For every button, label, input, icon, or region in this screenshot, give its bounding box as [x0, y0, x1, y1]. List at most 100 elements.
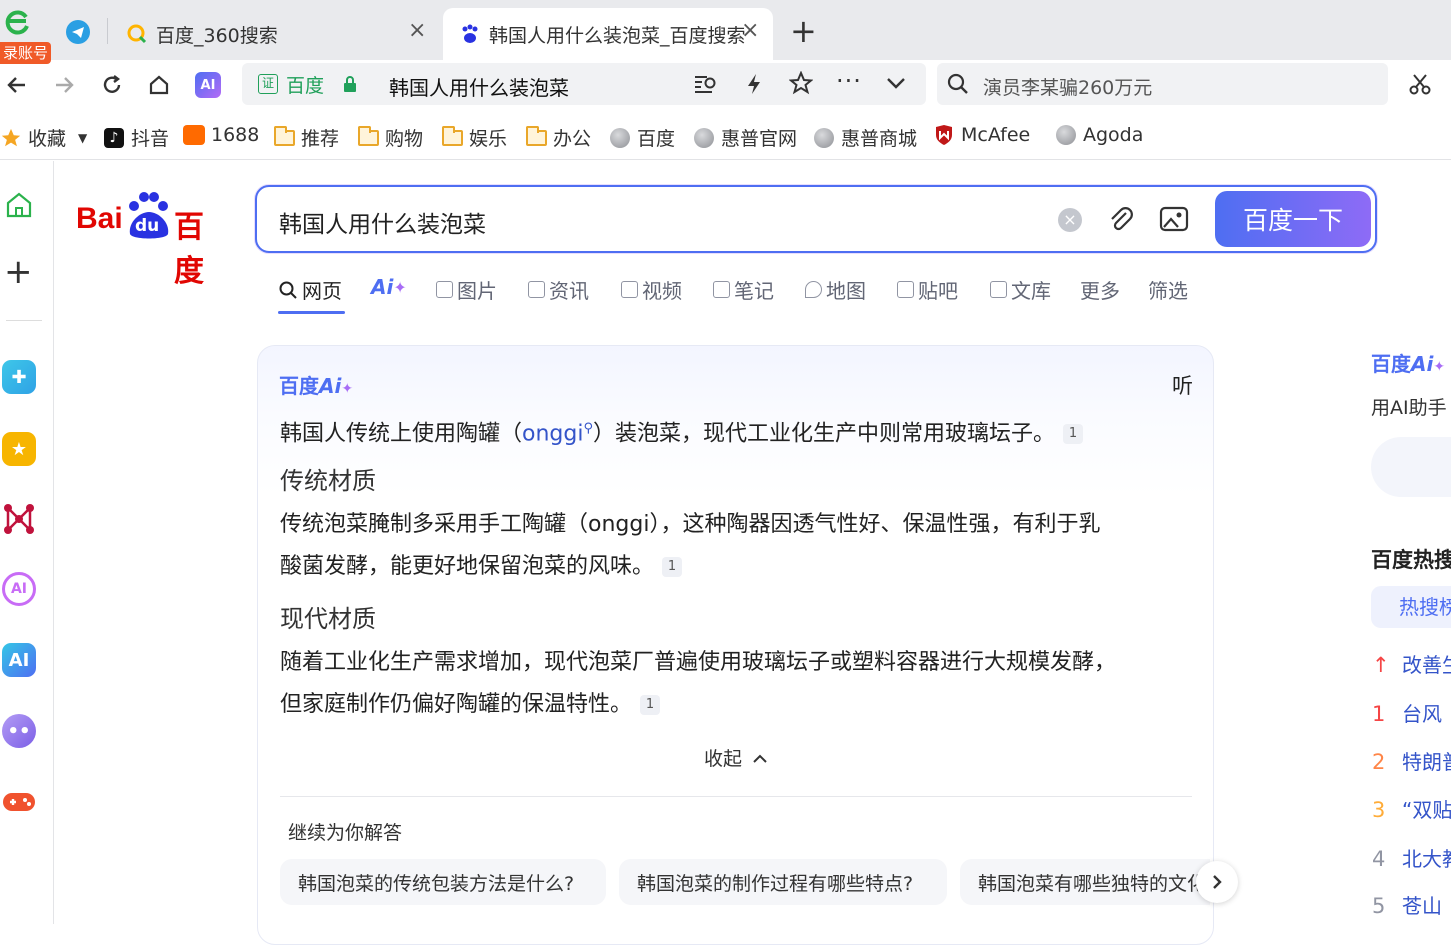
search-small-icon[interactable]: ⚲: [583, 421, 593, 436]
bookmark-1688[interactable]: 1688: [183, 124, 259, 146]
followup-question[interactable]: 韩国泡菜的传统包装方法是什么?: [280, 859, 606, 905]
game-controller-icon[interactable]: [2, 785, 36, 819]
browser-search-box[interactable]: 演员李某骗260万元: [937, 63, 1388, 105]
right-ai-brand[interactable]: 百度Ai✦: [1371, 348, 1445, 377]
citation-badge[interactable]: 1: [662, 557, 683, 577]
tab-baidu-search[interactable]: 韩国人用什么装泡菜_百度搜索 ×: [443, 8, 773, 60]
ai-assistant-button[interactable]: AI: [191, 68, 225, 102]
tab-web[interactable]: 网页: [278, 275, 342, 304]
citation-badge[interactable]: 1: [1063, 424, 1084, 445]
home-button[interactable]: [142, 68, 176, 102]
search-button[interactable]: 百度一下: [1215, 191, 1371, 247]
tab-filter[interactable]: 筛选: [1148, 275, 1188, 304]
right-ai-subtitle: 用AI助手: [1371, 397, 1447, 419]
hot-search-item[interactable]: ↑ 改善生: [1372, 649, 1451, 678]
bookmark-agoda[interactable]: Agoda: [1055, 124, 1143, 146]
tab-360-search[interactable]: 百度_360搜索 ×: [118, 8, 440, 60]
image-search-icon[interactable]: [1159, 205, 1189, 237]
favorites-star-icon[interactable]: ★: [2, 432, 36, 466]
hot-text: “双贴: [1402, 798, 1451, 822]
tab-video[interactable]: 视频: [621, 275, 682, 304]
tieba-icon: [897, 281, 914, 298]
screenshot-scissors-icon[interactable]: [1407, 71, 1433, 101]
clear-input-icon[interactable]: ×: [1058, 208, 1082, 232]
right-ai-input[interactable]: [1371, 437, 1451, 497]
bookmark-folder-recommend[interactable]: 推荐: [273, 124, 339, 151]
bookmark-favorites[interactable]: 收藏 ▼: [0, 124, 87, 151]
chevron-down-icon[interactable]: [885, 73, 907, 97]
hot-search-item[interactable]: 1 台风: [1372, 698, 1442, 727]
baidu-search-box[interactable]: 韩国人用什么装泡菜 × 百度一下: [255, 185, 1377, 253]
tab-map[interactable]: 地图: [805, 275, 866, 304]
collapse-button[interactable]: 收起: [704, 744, 768, 771]
account-badge[interactable]: 录账号: [0, 42, 52, 64]
bookmark-hp-store[interactable]: 惠普商城: [813, 124, 917, 151]
tab-news[interactable]: 资讯: [528, 275, 589, 304]
health-app-icon[interactable]: ✚: [2, 360, 36, 394]
sparkle-icon: ✦: [393, 277, 407, 297]
reload-button[interactable]: [95, 68, 129, 102]
lightning-icon[interactable]: [744, 72, 764, 100]
forward-button[interactable]: [47, 68, 81, 102]
robot-app-icon[interactable]: ••: [2, 714, 36, 748]
logo-text-baidu: 百度: [174, 210, 204, 289]
tab-notes[interactable]: 笔记: [713, 275, 774, 304]
bookmark-douyin[interactable]: ♪ 抖音: [103, 124, 169, 151]
followup-question[interactable]: 韩国泡菜的制作过程有哪些特点?: [619, 859, 947, 905]
tab-label: Ai: [371, 275, 394, 299]
browser-logo-icon[interactable]: [2, 6, 32, 36]
star-bookmark-icon[interactable]: [788, 70, 814, 99]
brand-label: 百度: [1371, 352, 1411, 376]
tab-tieba[interactable]: 贴吧: [897, 275, 958, 304]
telegram-icon[interactable]: [66, 20, 90, 44]
search-input[interactable]: 韩国人用什么装泡菜: [279, 205, 486, 239]
scroll-right-button[interactable]: [1196, 861, 1238, 903]
tab-images[interactable]: 图片: [436, 275, 497, 304]
hot-search-item[interactable]: 3 “双贴: [1372, 794, 1451, 823]
reader-mode-icon[interactable]: [692, 72, 718, 100]
back-button[interactable]: [0, 68, 34, 102]
dropdown-arrow-icon[interactable]: ▼: [78, 131, 87, 145]
bookmark-folder-office[interactable]: 办公: [525, 124, 591, 151]
tab-label: 网页: [302, 279, 342, 303]
tab-ai[interactable]: Ai ✦: [371, 275, 407, 299]
onggi-link[interactable]: onggi: [522, 421, 583, 446]
address-bar[interactable]: 证 百度 韩国人用什么装泡菜 ···: [242, 63, 926, 105]
ai-circle-app-icon[interactable]: AI: [2, 572, 36, 606]
tab-separator: [107, 18, 108, 44]
citation-badge[interactable]: 1: [640, 695, 661, 715]
hot-rank: ↑: [1372, 653, 1390, 677]
new-tab-button[interactable]: +: [790, 12, 817, 50]
tab-wenku[interactable]: 文库: [990, 275, 1051, 304]
bookmark-hp-official[interactable]: 惠普官网: [693, 124, 797, 151]
hot-search-item[interactable]: 5 苍山: [1372, 890, 1442, 919]
bookmark-mcafee[interactable]: McAfee: [933, 124, 1030, 146]
map-pin-icon: [805, 281, 822, 298]
bookmark-folder-shopping[interactable]: 购物: [357, 124, 423, 151]
search-input[interactable]: 演员李某骗260万元: [983, 73, 1152, 100]
home-icon[interactable]: [6, 191, 32, 223]
add-app-icon[interactable]: +: [4, 255, 33, 289]
bookmark-label: 购物: [385, 128, 424, 150]
cert-badge[interactable]: 证 百度: [258, 72, 324, 97]
bookmark-folder-entertainment[interactable]: 娱乐: [441, 124, 507, 151]
hot-search-tab[interactable]: 热搜榜: [1371, 586, 1451, 628]
douyin-icon: ♪: [103, 127, 125, 149]
network-app-icon[interactable]: [2, 502, 36, 536]
attachment-icon[interactable]: [1107, 204, 1135, 238]
url-text[interactable]: 韩国人用什么装泡菜: [389, 72, 569, 101]
hot-search-item[interactable]: 2 特朗普: [1372, 746, 1451, 775]
tab-label: 文库: [1011, 279, 1051, 303]
tab-more[interactable]: 更多: [1080, 275, 1120, 304]
hot-search-item[interactable]: 4 北大教: [1372, 843, 1451, 872]
followup-question[interactable]: 韩国泡菜有哪些独特的文化: [960, 859, 1210, 905]
news-icon: [528, 281, 545, 298]
bookmark-baidu[interactable]: 百度: [609, 124, 675, 151]
baidu-logo[interactable]: Bai du 百度: [76, 190, 232, 289]
more-dots-icon[interactable]: ···: [836, 67, 862, 95]
close-tab-icon[interactable]: ×: [741, 18, 759, 43]
listen-button[interactable]: 听: [1172, 370, 1193, 400]
baidu-paw-icon: [459, 23, 481, 45]
close-tab-icon[interactable]: ×: [408, 18, 426, 43]
ai-app-icon[interactable]: AI: [2, 643, 36, 677]
